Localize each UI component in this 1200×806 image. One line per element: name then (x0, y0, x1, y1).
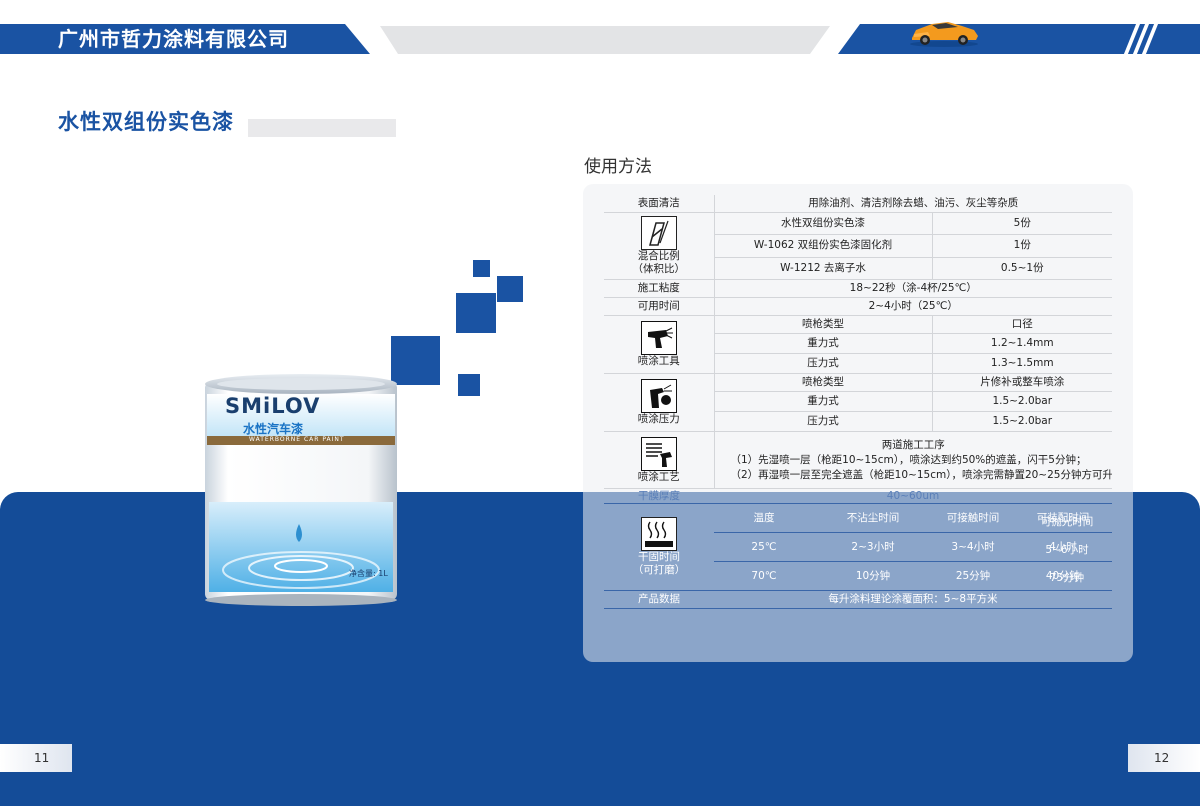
dry-time-cell: 10分钟 (814, 561, 932, 591)
row-label: 干膜厚度 (604, 488, 714, 504)
mix-label-cell: 混合比例 （体积比） (604, 212, 715, 280)
section-title-bar (248, 119, 396, 137)
dry-time-label-sub: （可打磨） (632, 564, 686, 576)
dry-time-header: 不沾尘时间 (814, 503, 932, 533)
table-row: 产品数据 每升涂料理论涂覆面积：5~8平方米 (604, 590, 1112, 609)
dry-time-header: 可接触时间 (932, 503, 1014, 533)
process-step: （2）再湿喷一层至完全遮盖（枪距10~15cm），喷涂完需静置20~25分钟方可… (730, 468, 1113, 481)
mixing-icon (640, 216, 677, 250)
mix-name: W-1212 去离子水 (714, 257, 933, 281)
pressure-label-cell: 喷涂压力 (604, 373, 715, 432)
dry-time-cell: 75分钟 (1049, 572, 1085, 584)
row-label: 表面清洁 (604, 195, 715, 213)
pressure-header: 喷枪类型 (714, 373, 933, 392)
can-product-name: 水性汽车漆 (243, 422, 304, 436)
dry-time-cell: 3~4小时 (932, 532, 1014, 562)
header-band-middle (380, 26, 830, 54)
pressure-cell: 重力式 (714, 391, 933, 412)
section-title: 水性双组份实色漆 (58, 110, 234, 134)
drying-icon (641, 517, 677, 551)
dry-time-header: 温度 (714, 503, 814, 533)
paint-can: SMiLOV 水性汽车漆 WATERBORNE CAR PAINT 净含量: 1… (203, 372, 399, 608)
tool-header: 喷枪类型 (714, 315, 933, 334)
deco-square (473, 260, 490, 277)
row-label: 施工粘度 (604, 279, 715, 298)
row-label: 可用时间 (604, 297, 715, 316)
can-brand: SMiLOV (225, 394, 321, 418)
company-name: 广州市哲力涂料有限公司 (58, 27, 289, 51)
pressure-cell: 1.5~2.0bar (932, 411, 1112, 432)
dry-time-cell: 5~6小时 (1045, 544, 1089, 556)
table-row: 混合比例 （体积比） 水性双组份实色漆 5份 (604, 212, 1112, 280)
spray-gun-icon (640, 321, 677, 355)
table-row: 可用时间 2~4小时（25℃） (604, 297, 1112, 316)
dry-time-label: 干固时间 (638, 551, 680, 563)
row-value: 用除油剂、清洁剂除去蜡、油污、灰尘等杂质 (714, 195, 1112, 213)
dry-time-cell: 70℃ (714, 561, 814, 591)
row-value: 40~60um (714, 488, 1112, 504)
deco-square (497, 276, 523, 302)
spray-can-icon (640, 379, 677, 413)
dry-time-cell: 2~3小时 (814, 532, 932, 562)
mix-name: W-1062 双组份实色漆固化剂 (714, 234, 933, 258)
pressure-cell: 1.5~2.0bar (932, 391, 1112, 412)
mix-ratio: 1份 (932, 234, 1112, 258)
tool-header: 口径 (932, 315, 1112, 334)
pressure-header: 片修补或整车喷涂 (932, 373, 1112, 392)
dry-time-cell: 25℃ (714, 532, 814, 562)
tool-label-cell: 喷涂工具 (604, 315, 715, 374)
dry-time-header: 可抛光时间 (1040, 516, 1094, 528)
process-title: 两道施工工序 (881, 438, 945, 451)
process-label: 喷涂工艺 (637, 470, 680, 483)
dry-time-label-cell: 干固时间 （可打磨） (604, 503, 714, 591)
tool-cell: 1.3~1.5mm (932, 353, 1112, 374)
page-number-left: 11 (34, 751, 50, 765)
dry-time-polish-column: 可抛光时间 5~6小时 75分钟 (1022, 508, 1112, 592)
tool-cell: 重力式 (714, 333, 933, 354)
row-label: 产品数据 (604, 590, 714, 609)
mix-name: 水性双组份实色漆 (714, 212, 933, 236)
process-cell: 两道施工工序 （1）先湿喷一层（枪距10~15cm），喷涂达到约50%的遮盖，闪… (714, 431, 1113, 489)
tool-label: 喷涂工具 (637, 355, 680, 367)
sports-car-icon (910, 22, 978, 47)
process-step: （1）先湿喷一层（枪距10~15cm），喷涂达到约50%的遮盖，闪干5分钟； (730, 453, 1087, 466)
dry-time-cell: 25分钟 (932, 561, 1014, 591)
tool-cell: 压力式 (714, 353, 933, 374)
mix-ratio: 5份 (932, 212, 1112, 236)
pressure-label: 喷涂压力 (637, 413, 680, 425)
mix-label: 混合比例 (637, 250, 680, 262)
tool-cell: 1.2~1.4mm (932, 333, 1112, 354)
can-volume: 净含量: 1L (349, 569, 388, 578)
row-value: 2~4小时（25℃） (714, 297, 1112, 316)
deco-square (456, 293, 496, 333)
table-row: 施工粘度 18~22秒（涂-4杯/25℃） (604, 279, 1112, 298)
row-value: 每升涂料理论涂覆面积：5~8平方米 (714, 590, 1112, 609)
usage-title: 使用方法 (584, 157, 652, 177)
mix-ratio: 0.5~1份 (932, 257, 1112, 281)
table-row: 表面清洁 用除油剂、清洁剂除去蜡、油污、灰尘等杂质 (604, 195, 1112, 213)
mix-label-sub: （体积比） (632, 263, 686, 275)
page-number-right: 12 (1154, 751, 1170, 765)
deco-square (458, 374, 480, 396)
table-row: 干膜厚度 40~60um (604, 488, 1112, 504)
can-subtitle: WATERBORNE CAR PAINT (249, 436, 345, 443)
table-row: 喷涂工具 喷枪类型 口径 (604, 315, 1112, 374)
table-row: 喷涂压力 喷枪类型 片修补或整车喷涂 (604, 373, 1112, 432)
spray-process-icon (640, 436, 677, 471)
table-row: 喷涂工艺 两道施工工序 （1）先湿喷一层（枪距10~15cm），喷涂达到约50%… (604, 431, 1113, 489)
row-value: 18~22秒（涂-4杯/25℃） (714, 279, 1112, 298)
pressure-cell: 压力式 (714, 411, 933, 432)
process-label-cell: 喷涂工艺 (604, 431, 715, 489)
